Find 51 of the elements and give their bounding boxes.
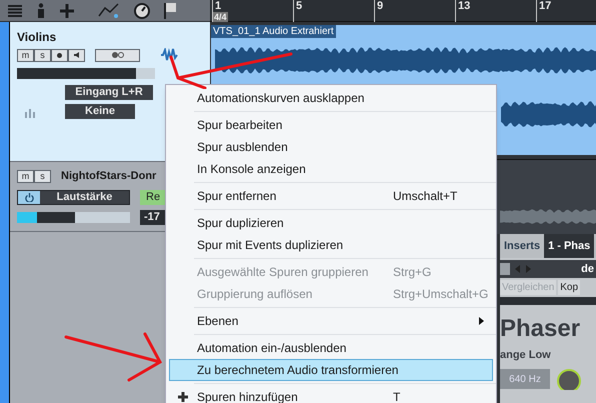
knob-icon <box>556 368 582 390</box>
track-name: NightofStars-Donr <box>61 169 156 184</box>
menu-label: Ausgewählte Spuren gruppieren <box>197 264 370 281</box>
preset-name: de <box>580 262 595 277</box>
input-selector[interactable]: Eingang L+R <box>65 85 153 100</box>
plugin-button[interactable]: Kop <box>558 280 580 295</box>
parameter-label: ange Low <box>500 348 552 363</box>
menu-label: Zu berechnetem Audio transformieren <box>197 362 398 379</box>
info-icon <box>36 2 46 18</box>
plugin-title: Phaser <box>500 315 582 343</box>
menu-label: Spur mit Events duplizieren <box>197 237 344 254</box>
record-button[interactable] <box>51 48 68 62</box>
mute-button[interactable]: m <box>17 170 34 183</box>
track-name: Violins <box>17 29 58 46</box>
solo-button[interactable]: s <box>34 170 51 183</box>
menu-shortcut: T <box>393 389 400 403</box>
gauge-icon <box>134 2 150 18</box>
submenu-arrow-icon <box>479 317 484 325</box>
menu-shortcut: Strg+G <box>393 264 432 281</box>
output-selector[interactable]: Keine <box>65 104 135 119</box>
menu-item[interactable]: Spur mit Events duplizieren <box>169 234 493 256</box>
menu-shortcut: Strg+Umschalt+G <box>393 286 488 303</box>
flag-icon <box>164 2 176 18</box>
waveform-icon <box>160 48 178 62</box>
mixer-icon <box>25 109 37 118</box>
record-icon <box>57 52 62 58</box>
menu-shortcut: Umschalt+T <box>393 188 458 205</box>
plus-icon <box>60 4 74 18</box>
clip-title: VTS_01_1 Audio Extrahiert <box>211 25 336 38</box>
value-display: 640 Hz <box>500 368 550 388</box>
plus-icon <box>178 392 188 402</box>
menu-icon <box>8 4 22 16</box>
solo-button[interactable]: s <box>34 48 51 62</box>
monitor-button[interactable] <box>68 48 85 62</box>
volume-slider[interactable] <box>17 212 130 222</box>
plugin-tab[interactable]: 1 - Phas <box>544 234 594 258</box>
menu-label: Ebenen <box>197 313 240 330</box>
menu-item[interactable]: Zu berechnetem Audio transformieren <box>169 359 493 381</box>
parameter-selector[interactable]: Lautstärke <box>17 190 130 204</box>
power-symbol-icon <box>24 192 34 202</box>
parameter-label: Lautstärke <box>56 190 114 204</box>
time-signature: 4/4 <box>213 12 228 22</box>
toggle-icon <box>112 52 124 58</box>
automation-icon <box>98 2 120 20</box>
speaker-icon <box>74 52 80 58</box>
menu-label: Gruppierung auflösen <box>197 286 314 303</box>
link-button[interactable] <box>95 48 140 62</box>
menu-item[interactable]: Automation ein-/ausblenden <box>169 337 493 359</box>
menu-item[interactable]: Ebenen <box>169 310 493 332</box>
menu-label: Automation ein-/ausblenden <box>197 340 348 357</box>
mute-button[interactable]: m <box>17 48 34 62</box>
